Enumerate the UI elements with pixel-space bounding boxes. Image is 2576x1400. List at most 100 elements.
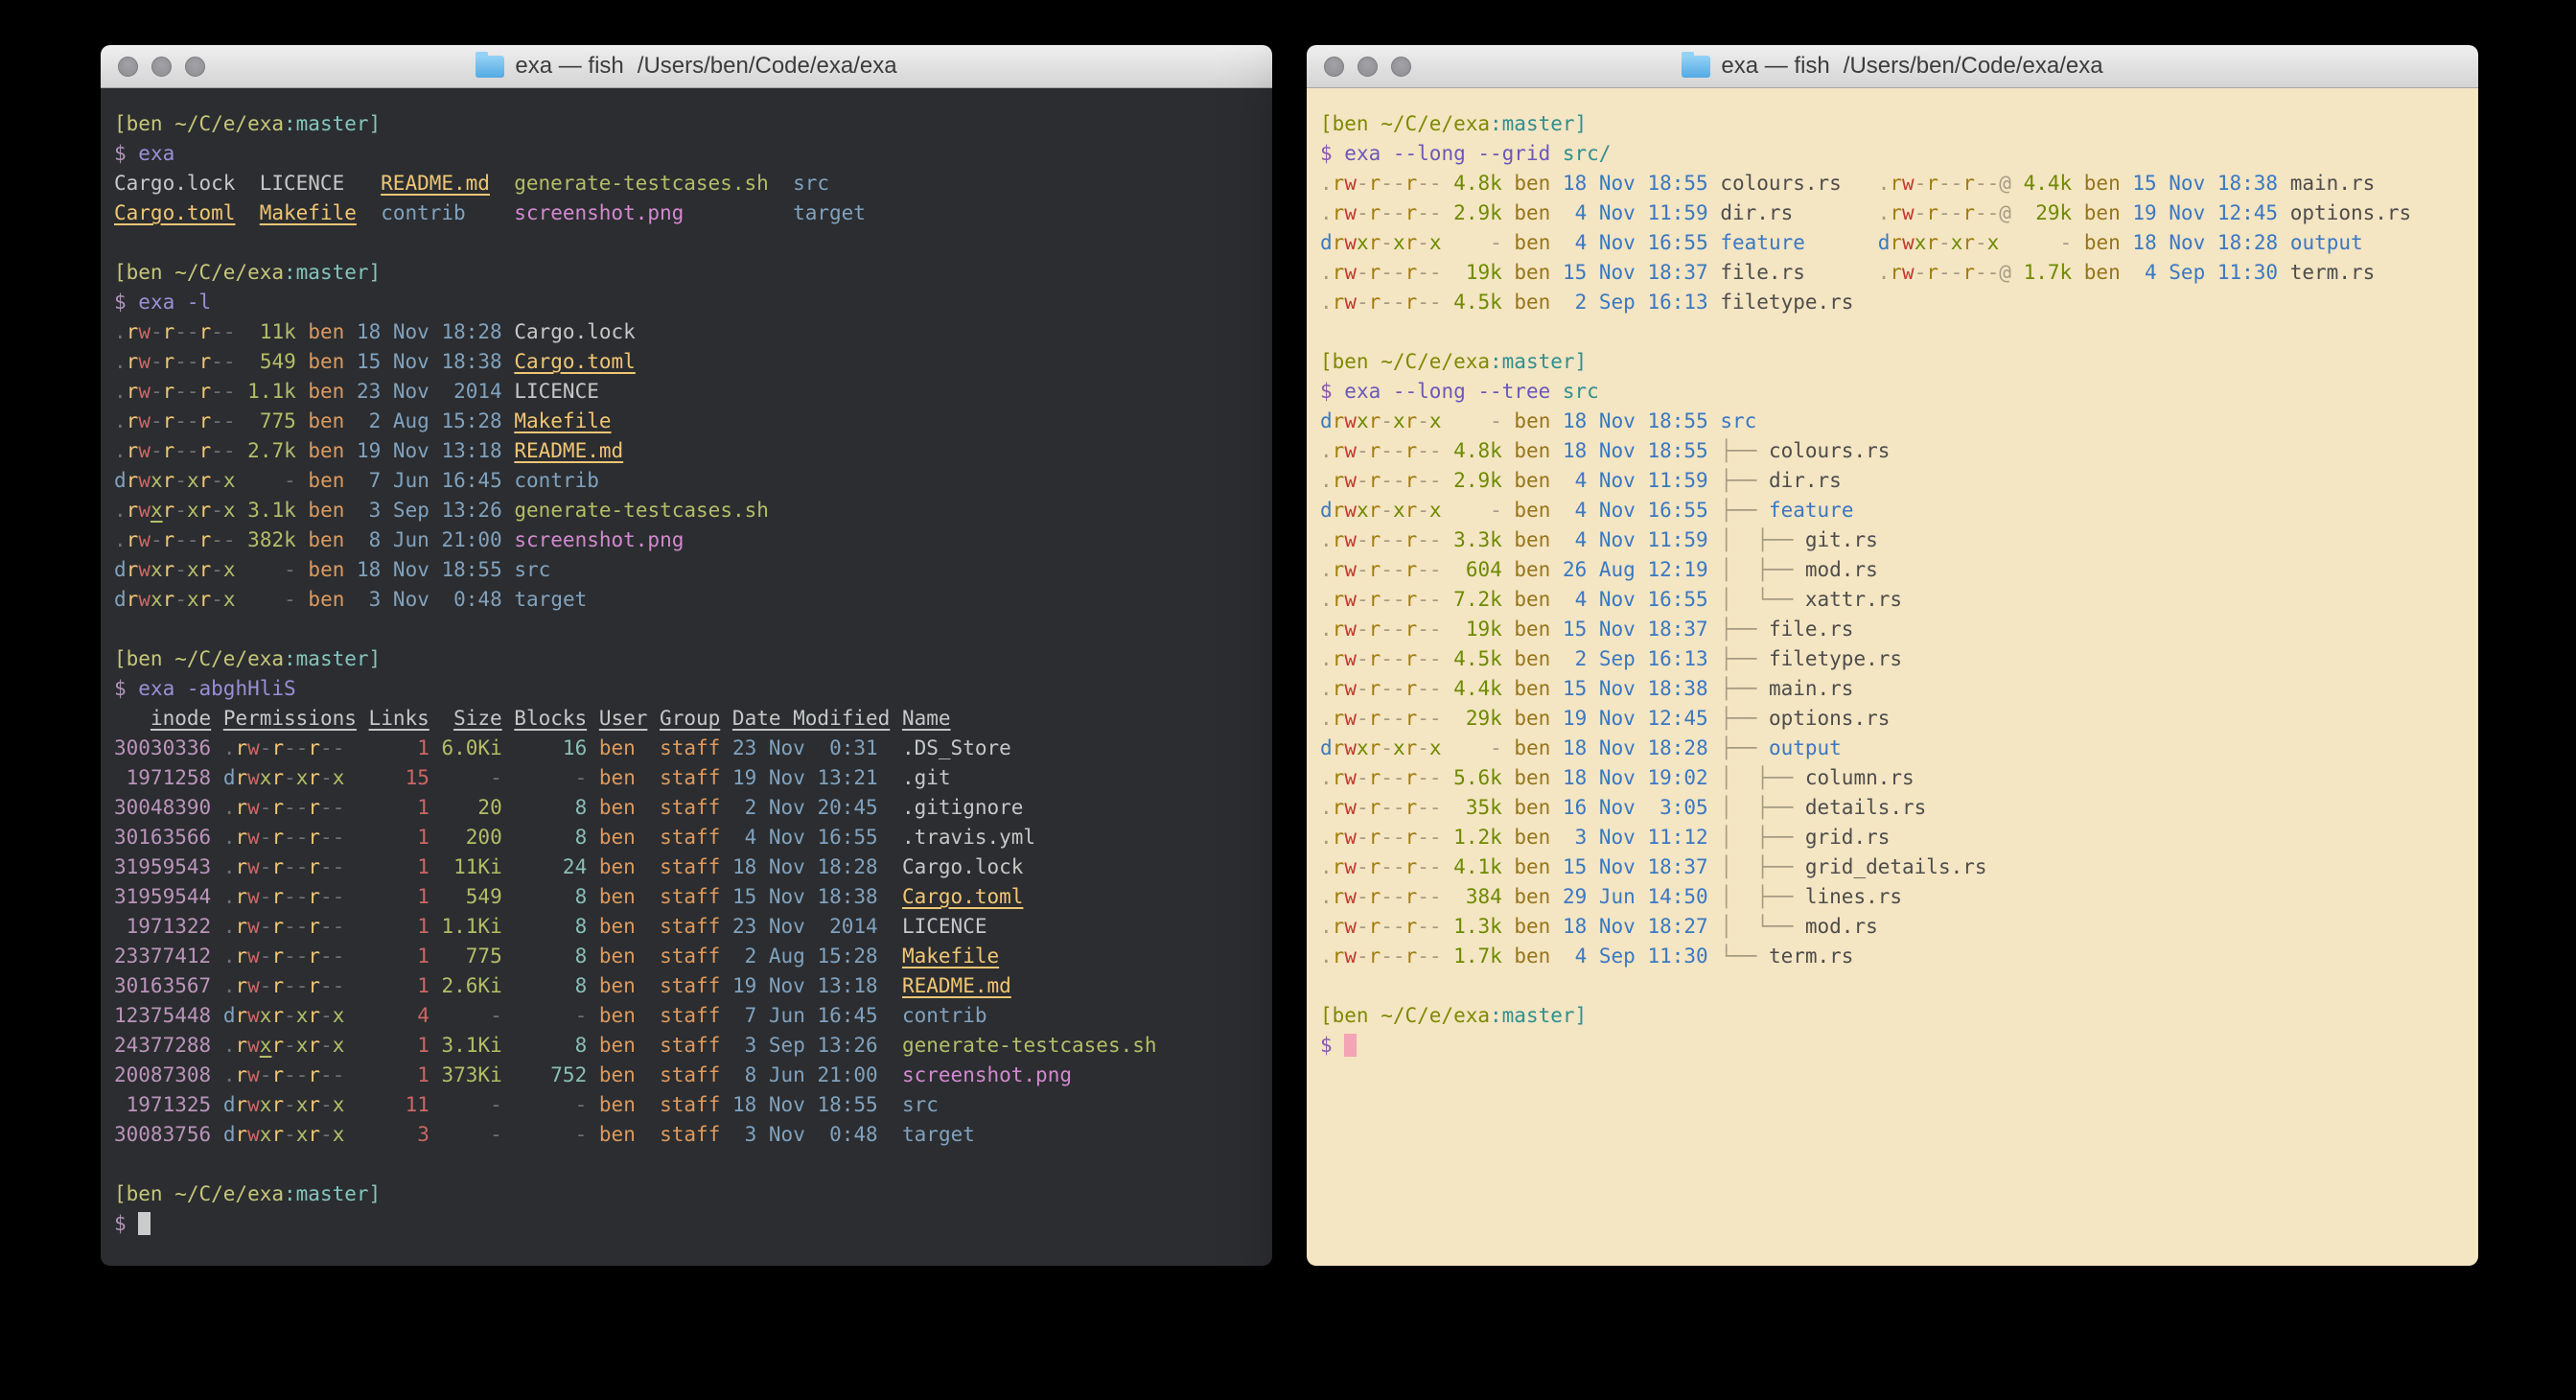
text-segment: │ ├── <box>1720 885 1805 908</box>
close-button[interactable] <box>118 57 138 77</box>
text-segment: 18 Nov 18:55 <box>1550 439 1707 462</box>
text-segment <box>357 707 369 730</box>
text-segment: - <box>1357 945 1369 968</box>
text-segment: -- <box>1381 796 1404 819</box>
text-segment: r <box>308 826 320 849</box>
text-segment: 8 <box>502 826 588 849</box>
text-segment: . <box>223 1034 236 1057</box>
text-segment: w <box>1902 261 1915 284</box>
text-segment: x <box>260 1034 272 1057</box>
text-segment: Blocks <box>514 707 587 730</box>
terminal-line <box>114 615 1259 644</box>
text-segment: -- <box>320 945 344 968</box>
terminal-window-dark: exa — fish /Users/ben/Code/exa/exa [ben … <box>101 45 1272 1266</box>
text-segment: - <box>1417 409 1429 432</box>
text-segment: 4.4k <box>2011 172 2072 195</box>
text-segment: - <box>1381 499 1393 522</box>
text-segment: lines.rs <box>1805 885 1902 908</box>
text-segment: r <box>163 380 175 403</box>
terminal-screen[interactable]: [ben ~/C/e/exa:master]$ exa --long --gri… <box>1307 88 2478 1266</box>
text-segment: 2 Nov 20:45 <box>720 796 877 819</box>
text-segment: . <box>1878 261 1891 284</box>
text-segment: -- <box>1381 201 1404 224</box>
text-segment: r <box>1405 707 1418 730</box>
text-segment: $ <box>114 142 138 165</box>
text-segment: $ <box>114 677 138 700</box>
text-segment: inode <box>151 707 211 730</box>
text-segment: r <box>1405 796 1418 819</box>
text-segment: -- <box>1417 469 1441 492</box>
text-segment: r <box>1369 499 1381 522</box>
text-segment <box>1805 261 1878 284</box>
text-segment: Cargo.lock <box>902 855 1023 878</box>
text-segment <box>1708 826 1721 849</box>
close-button[interactable] <box>1324 57 1344 77</box>
text-segment: x <box>1429 409 1442 432</box>
folder-icon <box>1682 56 1710 78</box>
text-segment: 3.1k <box>236 499 296 522</box>
text-segment: 1971325 <box>114 1093 211 1116</box>
text-segment: -- <box>284 796 308 819</box>
terminal-line: .rw-r--r-- 775 ben 2 Aug 15:28 Makefile <box>114 407 1259 436</box>
text-segment: 4 Sep 11:30 <box>2121 261 2278 284</box>
text-segment: r <box>235 1123 247 1146</box>
text-segment: - <box>151 439 163 462</box>
text-segment: w <box>138 528 151 551</box>
text-segment: . <box>223 796 236 819</box>
titlebar[interactable]: exa — fish /Users/ben/Code/exa/exa <box>1307 45 2478 88</box>
text-segment: ben <box>1502 736 1551 759</box>
text-segment <box>1708 231 1721 254</box>
text-segment: 18 Nov 18:28 <box>1550 736 1707 759</box>
minimize-button[interactable] <box>151 57 172 77</box>
text-segment: r <box>1405 201 1418 224</box>
text-segment <box>1708 945 1721 968</box>
text-segment: - <box>502 1093 588 1116</box>
text-segment: .DS_Store <box>902 736 1011 759</box>
text-segment: options.rs <box>1769 707 1890 730</box>
text-segment: 4.8k <box>1442 172 1502 195</box>
text-segment: r <box>1333 409 1345 432</box>
text-segment: README.md <box>902 974 1011 997</box>
text-segment <box>211 1123 223 1146</box>
text-segment: -- <box>1417 915 1441 938</box>
titlebar[interactable]: exa — fish /Users/ben/Code/exa/exa <box>101 45 1272 88</box>
zoom-button[interactable] <box>185 57 205 77</box>
terminal-line: drwxr-xr-x - ben 4 Nov 16:55 ├── feature <box>1320 496 2465 525</box>
text-segment: . <box>1320 766 1333 789</box>
text-segment: -- <box>320 796 344 819</box>
terminal-line: Cargo.toml Makefile contrib screenshot.p… <box>114 198 1259 228</box>
minimize-button[interactable] <box>1358 57 1378 77</box>
zoom-button[interactable] <box>1391 57 1411 77</box>
text-segment: w <box>1344 736 1357 759</box>
text-segment: x <box>296 1034 309 1057</box>
terminal-screen[interactable]: [ben ~/C/e/exa:master]$ exaCargo.lock LI… <box>101 88 1272 1266</box>
text-segment <box>878 1063 902 1086</box>
text-segment: r <box>1926 231 1938 254</box>
text-segment: r <box>308 885 320 908</box>
window-title: exa — fish /Users/ben/Code/exa/exa <box>476 53 896 80</box>
text-segment: x <box>151 499 163 522</box>
text-segment: r <box>271 1034 284 1057</box>
text-segment: ben <box>2072 201 2121 224</box>
text-segment: 30083756 <box>114 1123 211 1146</box>
text-segment: w <box>1344 945 1357 968</box>
text-segment: -- <box>1381 826 1404 849</box>
text-segment: Makefile <box>514 409 611 432</box>
text-segment: - <box>260 855 272 878</box>
desktop: { "page": { "bg": "#000000" }, "themes":… <box>0 0 2576 1400</box>
terminal-line <box>1320 317 2465 347</box>
text-segment: w <box>1344 826 1357 849</box>
text-segment: -- <box>1417 647 1441 670</box>
text-segment: ben <box>1502 409 1551 432</box>
text-segment: 2 Sep 16:13 <box>1550 647 1707 670</box>
text-segment: -- <box>1381 766 1404 789</box>
text-segment <box>211 707 223 730</box>
text-segment: . <box>1320 172 1333 195</box>
terminal-line: [ben ~/C/e/exa:master] <box>114 258 1259 288</box>
text-segment: x <box>1393 409 1405 432</box>
text-segment: │ ├── <box>1720 766 1805 789</box>
text-segment: w <box>138 439 151 462</box>
text-segment: feature <box>1720 231 1805 254</box>
text-segment: x <box>296 766 309 789</box>
text-segment: 29 Jun 14:50 <box>1550 885 1707 908</box>
